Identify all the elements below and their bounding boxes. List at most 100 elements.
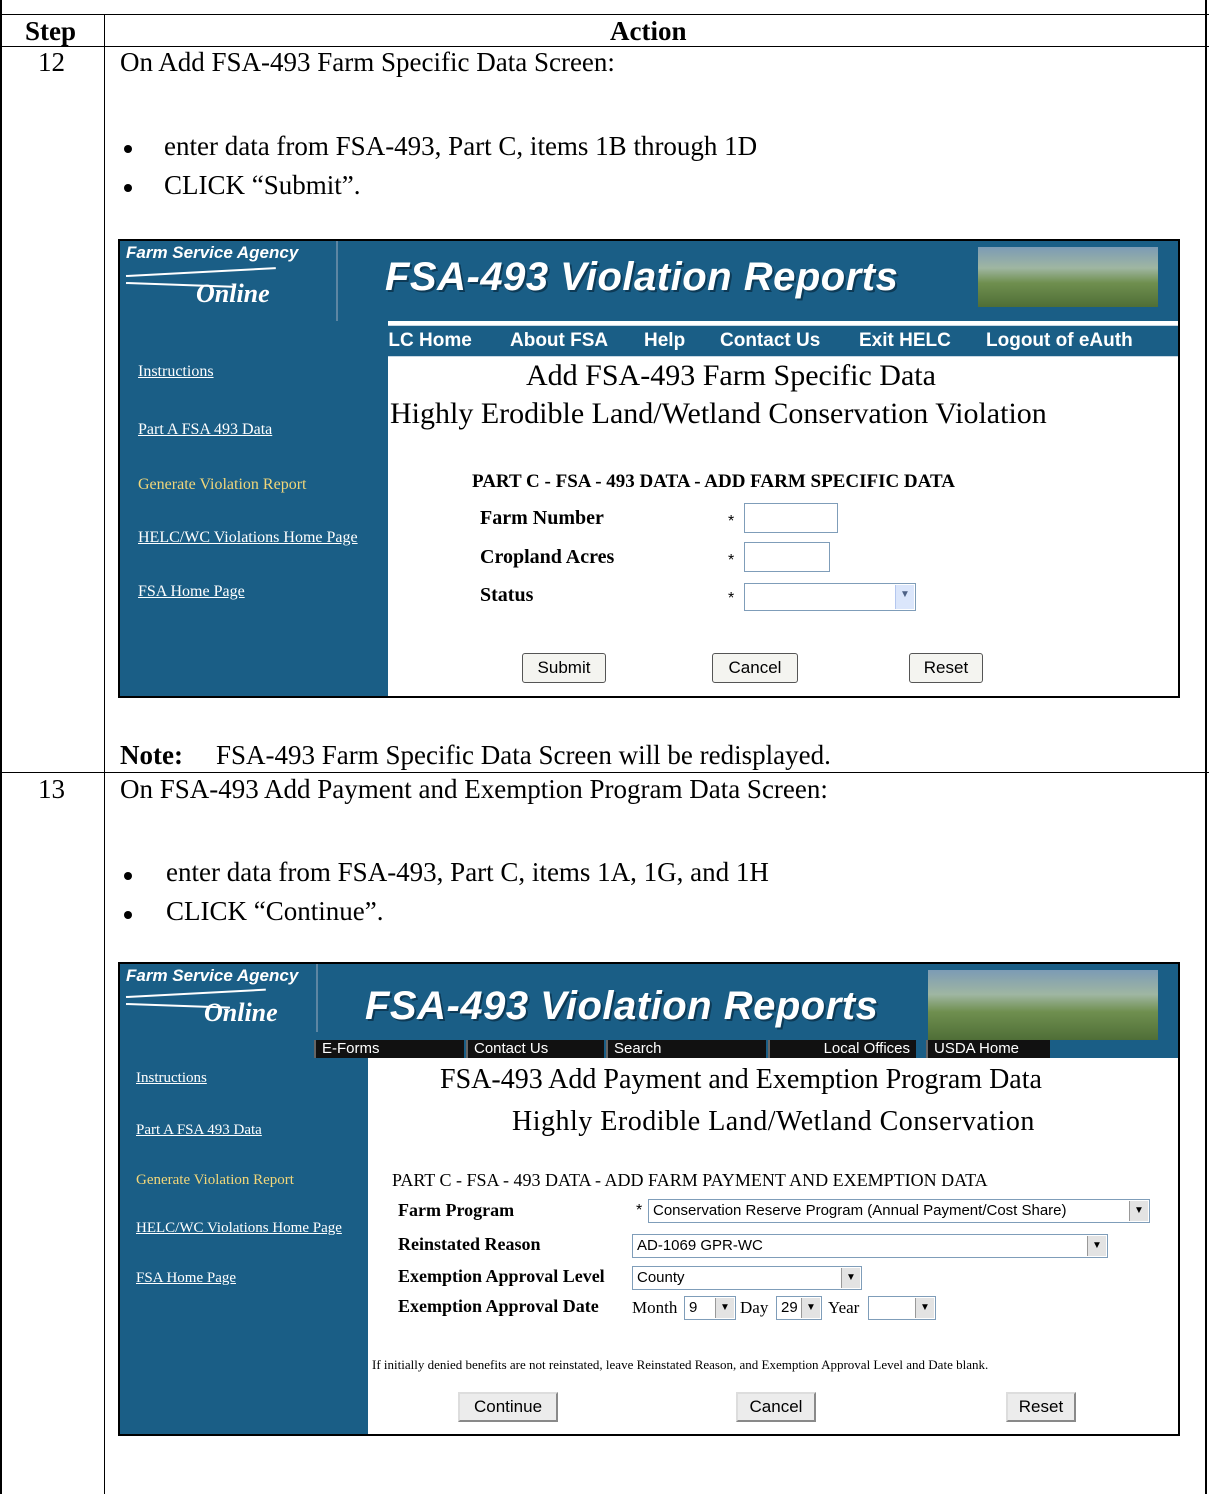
table-top-border — [0, 14, 1209, 15]
reset-button[interactable]: Reset — [909, 653, 983, 683]
nav-about-fsa[interactable]: About FSA — [510, 330, 608, 352]
required-marker: * — [636, 1202, 643, 1219]
approval-level-select[interactable]: County ▼ — [632, 1266, 862, 1290]
reinstated-reason-select[interactable]: AD-1069 GPR-WC ▼ — [632, 1234, 1108, 1258]
hint-text: If initially denied benefits are not rei… — [372, 1357, 989, 1372]
submit-button[interactable]: Submit — [522, 653, 606, 683]
sidebar-item-fsa-home[interactable]: FSA Home Page — [138, 583, 245, 601]
page-title: Add FSA-493 Farm Specific Data — [526, 359, 936, 392]
tab-usda-home[interactable]: USDA Home — [926, 1040, 1050, 1058]
bullet-text: CLICK “Submit”. — [164, 170, 361, 200]
month-select[interactable]: 9 ▼ — [684, 1296, 736, 1320]
farm-program-select[interactable]: Conservation Reserve Program (Annual Pay… — [648, 1199, 1150, 1223]
banner-title: FSA-493 Violation Reports — [365, 984, 879, 1028]
status-select[interactable]: ▼ — [744, 583, 916, 611]
required-marker: * — [728, 513, 735, 530]
step-column-header: Step — [25, 16, 77, 46]
logo-text-bottom: Online — [196, 279, 270, 308]
sidebar-item-generate-report[interactable]: Generate Violation Report — [138, 476, 306, 494]
bullet-text: enter data from FSA-493, Part C, items 1… — [166, 857, 769, 887]
reset-button[interactable]: Reset — [1006, 1392, 1076, 1422]
month-value: 9 — [689, 1299, 698, 1316]
approval-level-label: Exemption Approval Level — [398, 1266, 605, 1286]
wetland-photo — [928, 970, 1158, 1040]
step-number: 13 — [38, 774, 65, 804]
reinstated-reason-label: Reinstated Reason — [398, 1234, 541, 1254]
step-intro: On FSA-493 Add Payment and Exemption Pro… — [120, 774, 828, 804]
bullet-text: CLICK “Continue”. — [166, 896, 384, 926]
farm-number-label: Farm Number — [480, 507, 604, 529]
year-label: Year — [828, 1298, 860, 1317]
year-select[interactable]: ▼ — [868, 1296, 936, 1320]
nav-help[interactable]: Help — [644, 330, 685, 352]
logo-text-top: Farm Service Agency — [126, 966, 299, 985]
note-text: FSA-493 Farm Specific Data Screen will b… — [216, 740, 831, 770]
bullet-text: enter data from FSA-493, Part C, items 1… — [164, 131, 758, 161]
screenshot-farm-specific-data: Farm Service Agency Online FSA-493 Viola… — [118, 239, 1180, 698]
action-column-header: Action — [610, 16, 687, 46]
chevron-down-icon: ▼ — [715, 1298, 734, 1318]
status-label: Status — [480, 584, 534, 606]
cancel-button[interactable]: Cancel — [712, 653, 798, 683]
chevron-down-icon: ▼ — [1087, 1236, 1106, 1256]
approval-level-value: County — [637, 1269, 685, 1286]
row-divider — [0, 772, 1209, 773]
page-subtitle: Highly Erodible Land/Wetland Conservatio… — [390, 397, 1047, 430]
reinstated-reason-value: AD-1069 GPR-WC — [637, 1237, 763, 1254]
page-title: FSA-493 Add Payment and Exemption Progra… — [440, 1064, 1042, 1095]
required-marker: * — [728, 552, 735, 569]
screenshot-payment-exemption-data: Farm Service Agency Online FSA-493 Viola… — [118, 962, 1180, 1436]
approval-date-label: Exemption Approval Date — [398, 1296, 599, 1316]
sidebar-item-instructions[interactable]: Instructions — [138, 363, 214, 381]
fsa-online-logo: Farm Service Agency Online — [120, 241, 338, 321]
sidebar-item-helc-home[interactable]: HELC/WC Violations Home Page — [136, 1220, 342, 1237]
cropland-acres-label: Cropland Acres — [480, 546, 615, 568]
cropland-acres-input[interactable] — [744, 542, 830, 572]
bullet-dot — [124, 872, 132, 880]
logo-text-bottom: Online — [204, 998, 278, 1027]
note-label: Note: — [120, 740, 183, 770]
bullet-dot — [124, 145, 132, 153]
tab-search[interactable]: Search — [606, 1040, 766, 1058]
tab-e-forms[interactable]: E-Forms — [314, 1040, 464, 1058]
chevron-down-icon: ▼ — [895, 585, 914, 609]
nav-contact-us[interactable]: Contact Us — [720, 330, 820, 352]
continue-button[interactable]: Continue — [458, 1392, 558, 1422]
logo-text-top: Farm Service Agency — [126, 243, 299, 262]
chevron-down-icon: ▼ — [841, 1268, 860, 1288]
sidebar — [120, 1058, 368, 1434]
day-select[interactable]: 29 ▼ — [776, 1296, 822, 1320]
part-heading: PART C - FSA - 493 DATA - ADD FARM SPECI… — [472, 471, 955, 492]
sidebar-item-fsa-home[interactable]: FSA Home Page — [136, 1270, 236, 1287]
sidebar-item-generate-report[interactable]: Generate Violation Report — [136, 1172, 294, 1189]
nav-exit-helc[interactable]: Exit HELC — [859, 330, 951, 352]
fsa-online-logo: Farm Service Agency Online — [120, 964, 318, 1032]
chevron-down-icon: ▼ — [801, 1298, 820, 1318]
banner-title: FSA-493 Violation Reports — [385, 255, 899, 299]
farm-number-input[interactable] — [744, 503, 838, 533]
chevron-down-icon: ▼ — [1129, 1201, 1148, 1221]
month-label: Month — [632, 1298, 678, 1317]
part-heading: PART C - FSA - 493 DATA - ADD FARM PAYME… — [392, 1170, 988, 1190]
sidebar-item-part-a[interactable]: Part A FSA 493 Data — [138, 421, 272, 439]
farm-program-label: Farm Program — [398, 1200, 515, 1220]
required-marker: * — [728, 590, 735, 607]
bullet-dot — [124, 911, 132, 919]
chevron-down-icon: ▼ — [915, 1298, 934, 1318]
sidebar-item-part-a[interactable]: Part A FSA 493 Data — [136, 1122, 262, 1139]
day-label: Day — [740, 1298, 769, 1317]
bullet-dot — [124, 184, 132, 192]
tab-contact-us[interactable]: Contact Us — [466, 1040, 604, 1058]
farm-program-value: Conservation Reserve Program (Annual Pay… — [653, 1202, 1067, 1219]
day-value: 29 — [781, 1299, 798, 1316]
page-subtitle: Highly Erodible Land/Wetland Conservatio… — [512, 1106, 1035, 1137]
wetland-photo — [978, 247, 1158, 307]
cancel-button[interactable]: Cancel — [736, 1392, 816, 1422]
tab-local-offices[interactable]: Local Offices — [768, 1040, 916, 1058]
step-intro: On Add FSA-493 Farm Specific Data Screen… — [120, 47, 615, 77]
sidebar-item-helc-home[interactable]: HELC/WC Violations Home Page — [138, 529, 358, 547]
sidebar-item-instructions[interactable]: Instructions — [136, 1070, 207, 1087]
step-number: 12 — [38, 47, 65, 77]
column-divider — [104, 14, 105, 1494]
nav-logout[interactable]: Logout of eAuth — [986, 330, 1133, 352]
